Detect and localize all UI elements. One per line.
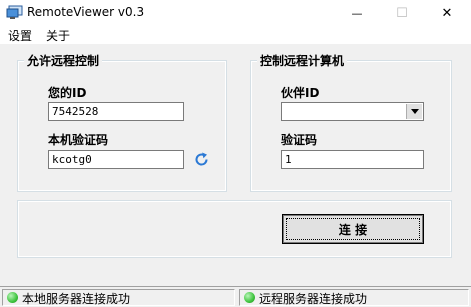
focus-rect (286, 218, 420, 240)
partner-id-dropdown[interactable] (281, 102, 424, 121)
control-remote-caption: 控制远程计算机 (257, 52, 348, 69)
maximize-button[interactable]: ☐ (379, 0, 425, 26)
status-ok-icon (7, 292, 18, 303)
minimize-icon: — (351, 6, 363, 20)
status-panel-remote: 远程服务器连接成功 (239, 289, 469, 306)
window-title: RemoteViewer v0.3 (27, 5, 145, 19)
chevron-down-icon (410, 109, 419, 114)
allow-remote-group: 允许远程控制 (17, 52, 227, 192)
remote-password-label: 验证码 (281, 133, 318, 147)
remote-password-field[interactable]: 1 (281, 150, 424, 169)
local-password-field[interactable]: kcotg0 (48, 150, 184, 169)
your-id-label: 您的ID (48, 86, 87, 100)
maximize-icon: ☐ (396, 5, 408, 21)
refresh-icon[interactable] (193, 151, 210, 168)
local-password-label: 本机验证码 (48, 133, 109, 147)
menu-settings[interactable]: 设置 (8, 27, 32, 44)
status-bar: 本地服务器连接成功 远程服务器连接成功 (0, 286, 471, 307)
close-icon: ✕ (441, 5, 453, 21)
partner-id-label: 伙伴ID (281, 86, 320, 100)
menu-bar: 设置 关于 (0, 26, 471, 44)
connect-button[interactable]: 连 接 (282, 214, 424, 244)
main-panel: 允许远程控制 您的ID 7542528 本机验证码 kcotg0 控制远程计算机… (0, 44, 471, 286)
status-local-text: 本地服务器连接成功 (22, 292, 131, 306)
control-remote-group: 控制远程计算机 (250, 52, 452, 192)
status-panel-local: 本地服务器连接成功 (2, 289, 235, 306)
allow-remote-caption: 允许远程控制 (24, 52, 103, 69)
minimize-button[interactable]: — (334, 0, 380, 26)
title-bar[interactable]: RemoteViewer v0.3 — ☐ ✕ (0, 0, 471, 26)
app-icon (6, 5, 23, 19)
menu-about[interactable]: 关于 (46, 27, 70, 44)
your-id-field[interactable]: 7542528 (48, 102, 184, 121)
status-remote-text: 远程服务器连接成功 (259, 292, 368, 306)
dropdown-button[interactable] (406, 104, 422, 119)
status-ok-icon (244, 292, 255, 303)
close-button[interactable]: ✕ (424, 0, 470, 26)
